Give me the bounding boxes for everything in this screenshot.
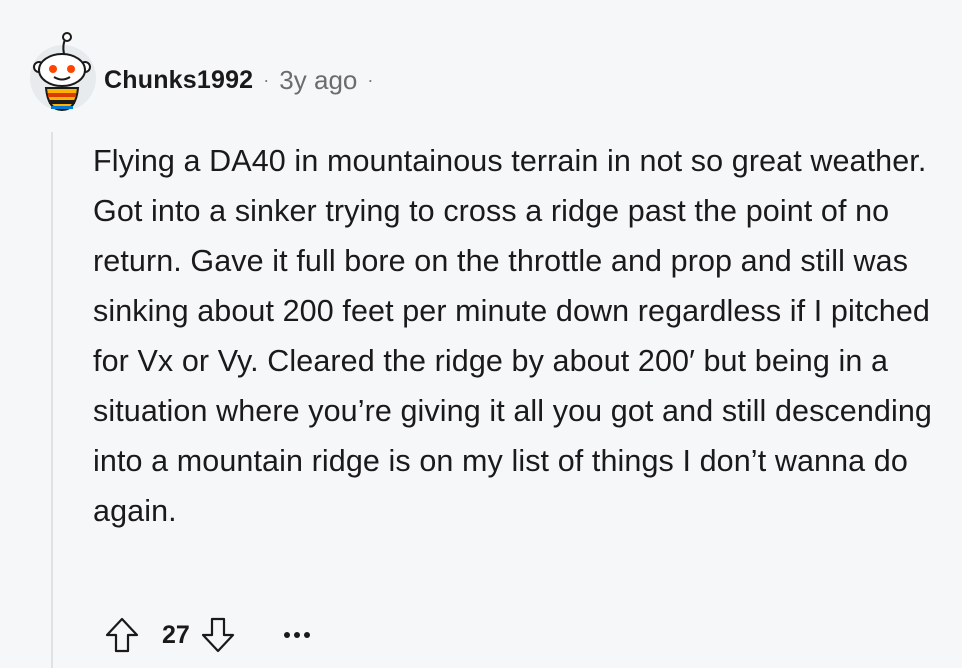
upvote-arrow-icon[interactable] — [104, 615, 140, 655]
comment-age[interactable]: 3y ago — [279, 65, 357, 96]
meta-separator-end: · — [367, 69, 374, 90]
comment-body: Flying a DA40 in mountainous terrain in … — [93, 144, 932, 528]
snoo-avatar-icon — [30, 32, 96, 112]
username[interactable]: Chunks1992 — [104, 66, 253, 95]
downvote-arrow-icon[interactable] — [200, 615, 236, 655]
user-avatar[interactable] — [26, 32, 98, 112]
comment-header: Chunks1992 · 3y ago · — [104, 58, 383, 102]
meta-separator: · — [263, 69, 270, 90]
thread-line[interactable] — [51, 132, 53, 668]
more-options-icon[interactable] — [283, 632, 310, 638]
comment-actions: 27 — [104, 612, 310, 658]
vote-score: 27 — [162, 620, 190, 649]
